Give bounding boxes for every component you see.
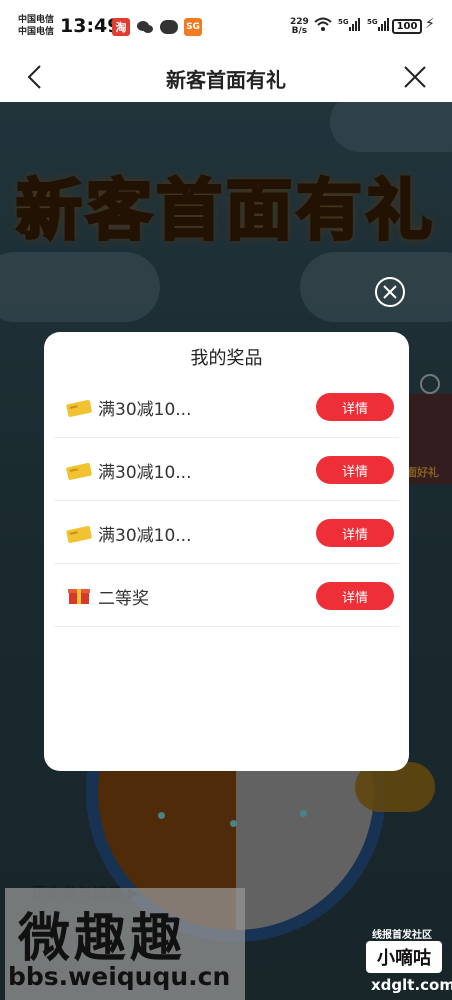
watermark-logo-text: 微趣趣 (18, 909, 187, 969)
prize-row: 满30减10... 详情 (54, 501, 399, 564)
carrier-labels: 中国电信 中国电信 (18, 14, 54, 38)
prize-row: 二等奖 详情 (54, 564, 399, 627)
battery-icon: 100 (392, 19, 422, 34)
net-speed-unit: B/s (291, 26, 308, 36)
system-icons: 5G 5G (313, 16, 391, 32)
wechat-icon (137, 21, 153, 33)
detail-button[interactable]: 详情 (316, 519, 394, 547)
taobao-icon: 淘 (112, 18, 130, 36)
detail-button[interactable]: 详情 (316, 393, 394, 421)
signal-5g-icon: 5G (338, 18, 360, 31)
prize-name: 满30减10... (98, 463, 192, 483)
prize-name: 满30减10... (98, 400, 192, 420)
coupon-icon (66, 400, 92, 417)
net-speed: 229 B/s (290, 18, 309, 36)
detail-button[interactable]: 详情 (316, 582, 394, 610)
notification-icons: 淘 SG (112, 18, 202, 36)
carrier-2: 中国电信 (18, 27, 55, 37)
svg-text:5G: 5G (338, 18, 349, 26)
detail-button[interactable]: 详情 (316, 456, 394, 484)
watermark-url: bbs.weiququ.cn (8, 962, 231, 991)
modal-close-button[interactable] (375, 277, 405, 307)
signal-5g-icon: 5G (367, 18, 389, 31)
gift-icon (68, 589, 90, 604)
watermark-brand: 小嘀咕 (366, 941, 442, 973)
prize-name: 满30减10... (98, 526, 192, 546)
status-bar: 中国电信 中国电信 13:49 淘 SG 229 B/s 5G 5G 100 ⚡ (0, 0, 452, 52)
prize-row: 满30减10... 详情 (54, 375, 399, 438)
prize-row: 满30减10... 详情 (54, 438, 399, 501)
coupon-icon (66, 526, 92, 543)
prize-modal: 我的奖品 满30减10... 详情 满30减10... 详情 满30减10...… (44, 332, 409, 771)
close-icon (383, 285, 397, 299)
watermark-url: xdglt.com (371, 976, 452, 994)
carrier-1: 中国电信 (18, 15, 55, 25)
svg-text:5G: 5G (367, 18, 378, 26)
watermark-tagline: 线报首发社区 (372, 930, 432, 941)
page-title: 新客首面有礼 (166, 68, 286, 92)
coupon-icon (66, 463, 92, 480)
nav-bar: 新客首面有礼 (0, 52, 452, 102)
modal-title: 我的奖品 (190, 348, 263, 369)
wifi-icon (314, 17, 332, 31)
message-icon (160, 20, 178, 34)
app-icon: SG (184, 18, 202, 36)
close-icon[interactable] (400, 62, 430, 92)
charging-icon: ⚡ (425, 16, 435, 32)
prize-name: 二等奖 (98, 589, 149, 609)
